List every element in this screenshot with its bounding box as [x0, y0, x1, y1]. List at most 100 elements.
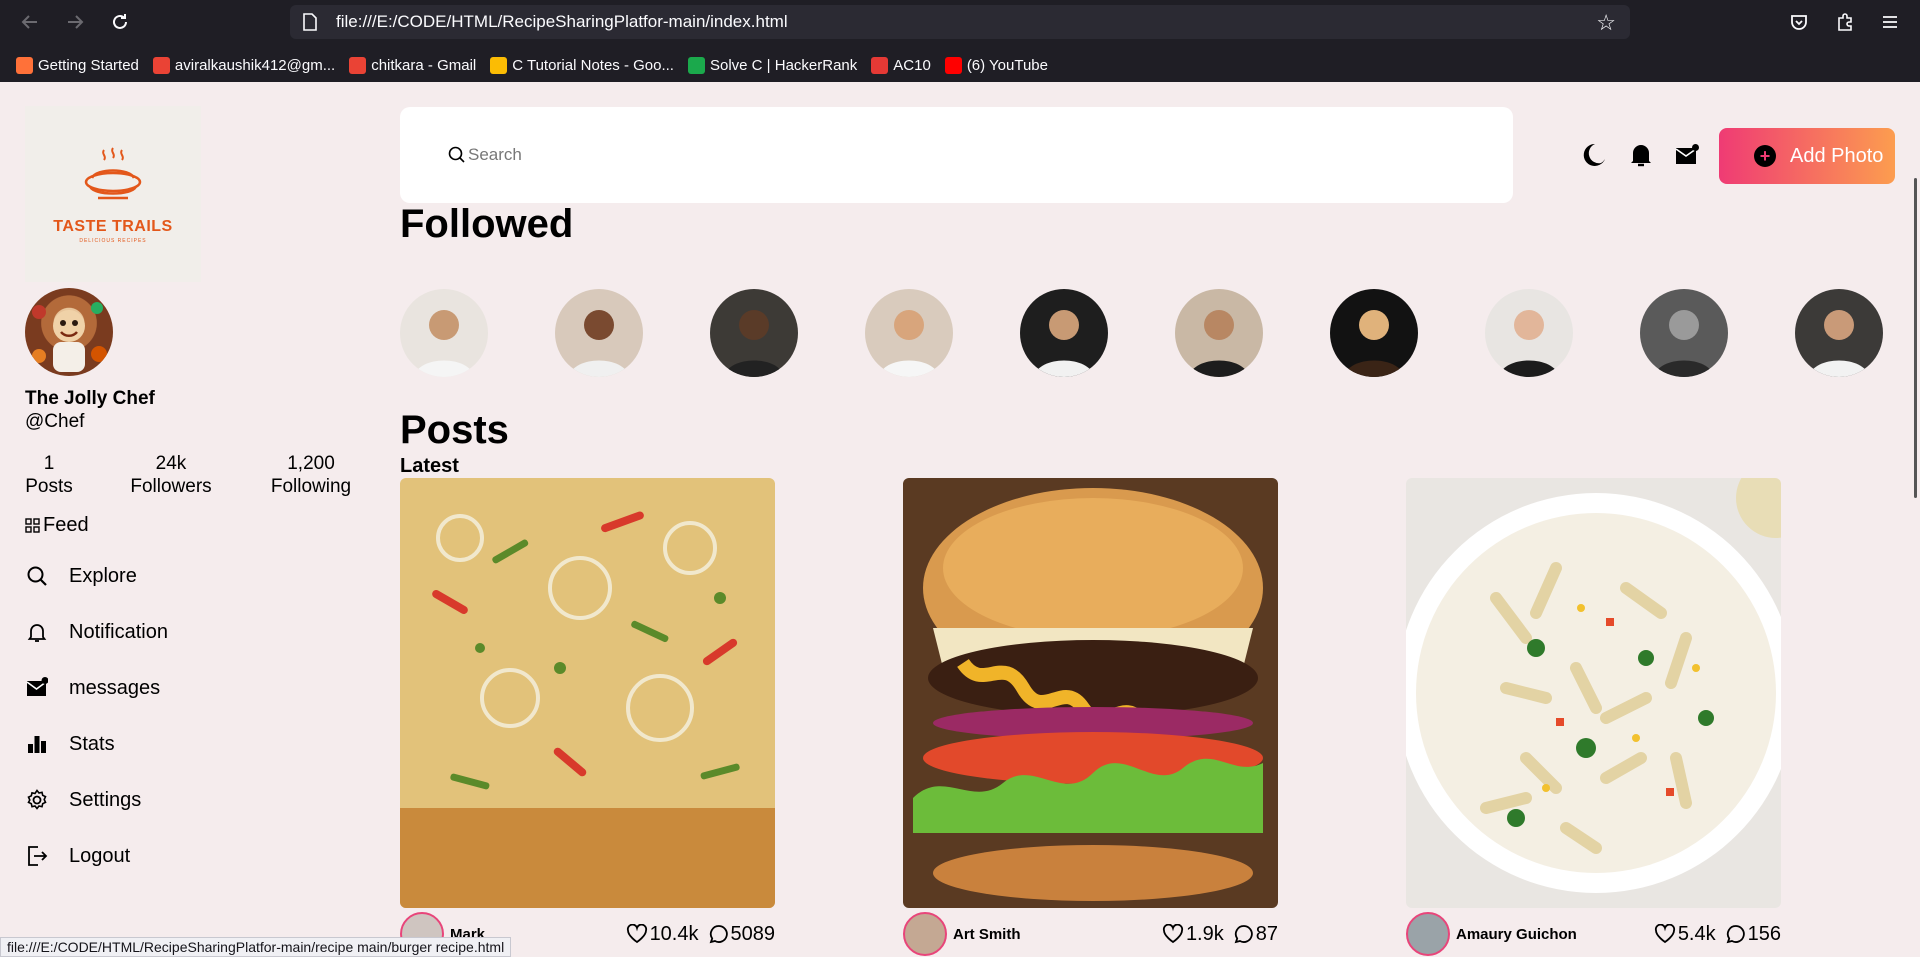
- search-bar[interactable]: [400, 107, 1513, 203]
- bookmark-item[interactable]: Getting Started: [16, 56, 139, 74]
- add-photo-label: Add Photo: [1790, 144, 1884, 167]
- scrollbar-thumb[interactable]: [1914, 178, 1917, 498]
- bookmark-item[interactable]: C Tutorial Notes - Goo...: [490, 56, 674, 74]
- back-button[interactable]: [17, 9, 43, 35]
- post-card[interactable]: Mark 10.4k 5089: [400, 478, 775, 956]
- comment-button[interactable]: 156: [1726, 923, 1781, 946]
- plus-circle-icon: +: [1754, 145, 1776, 167]
- posts-title: Posts: [400, 408, 509, 452]
- sidebar-item-label: Logout: [69, 844, 131, 867]
- sidebar-item-explore[interactable]: Explore: [25, 564, 137, 588]
- post-card[interactable]: Amaury Guichon 5.4k 156: [1406, 478, 1781, 956]
- sidebar-item-label: Feed: [43, 514, 89, 536]
- reload-icon: [113, 14, 127, 29]
- like-button[interactable]: 10.4k: [626, 923, 699, 946]
- sidebar-item-logout[interactable]: Logout: [25, 844, 130, 868]
- sidebar-item-label: messages: [69, 676, 161, 699]
- stat-posts: 1 Posts: [25, 452, 73, 498]
- stat-followers: 24k Followers: [130, 452, 212, 498]
- like-button[interactable]: 5.4k: [1654, 923, 1716, 946]
- stat-value: 24k: [155, 453, 187, 474]
- logout-icon: [25, 844, 49, 868]
- profile-name: The Jolly Chef: [25, 388, 155, 409]
- sidebar: TASTE TRAILS DELICIOUS RECIPES The Jolly…: [0, 82, 380, 957]
- bell-icon: [1631, 145, 1651, 167]
- sidebar-item-notification[interactable]: Notification: [25, 620, 168, 644]
- like-count: 10.4k: [649, 922, 699, 945]
- reload-button[interactable]: [107, 9, 133, 35]
- comment-count: 156: [1747, 922, 1781, 945]
- sidebar-item-label: Stats: [69, 732, 115, 755]
- followed-avatar[interactable]: [1485, 289, 1573, 377]
- add-photo-button[interactable]: + Add Photo: [1719, 128, 1895, 184]
- followed-avatar[interactable]: [1640, 289, 1728, 377]
- post-stats: 5.4k 156: [1644, 923, 1781, 946]
- forward-button[interactable]: [62, 9, 88, 35]
- comment-button[interactable]: 87: [1234, 923, 1278, 946]
- post-author-avatar[interactable]: [903, 912, 947, 956]
- extensions-button[interactable]: [1832, 9, 1858, 35]
- page-scrollbar[interactable]: [1906, 82, 1920, 957]
- url-text[interactable]: file:///E:/CODE/HTML/RecipeSharingPlatfo…: [336, 12, 788, 32]
- like-button[interactable]: 1.9k: [1162, 923, 1224, 946]
- comment-count: 87: [1255, 922, 1278, 945]
- posts-subtitle: Latest: [400, 455, 459, 477]
- youtube-icon: [944, 56, 962, 74]
- arrow-right-icon: [68, 15, 84, 29]
- comment-button[interactable]: 5089: [709, 923, 775, 946]
- heart-icon: [1654, 924, 1675, 944]
- followed-avatar[interactable]: [865, 289, 953, 377]
- profile-avatar[interactable]: [25, 288, 113, 376]
- search-input[interactable]: [468, 145, 1368, 165]
- bookmark-label: chitkara - Gmail: [371, 56, 477, 74]
- sidebar-item-settings[interactable]: Settings: [25, 788, 141, 812]
- bookmark-item[interactable]: (6) YouTube: [944, 56, 1048, 74]
- bookmark-label: AC10: [893, 56, 931, 74]
- app-menu-button[interactable]: [1877, 9, 1903, 35]
- pie-logo-icon: [84, 147, 142, 200]
- google-drive-icon: [490, 56, 508, 74]
- post-image-burger[interactable]: [903, 478, 1278, 908]
- sidebar-item-messages[interactable]: messages: [25, 676, 160, 700]
- browser-toolbar: file:///E:/CODE/HTML/RecipeSharingPlatfo…: [0, 0, 1920, 43]
- heart-icon: [1162, 924, 1183, 944]
- comment-icon: [709, 925, 728, 944]
- followed-avatar[interactable]: [1795, 289, 1883, 377]
- sidebar-item-feed[interactable]: Feed: [25, 514, 89, 537]
- comment-icon: [1726, 925, 1745, 944]
- post-image-pasta[interactable]: [1406, 478, 1781, 908]
- bookmark-star-icon[interactable]: ☆: [1596, 10, 1616, 36]
- bookmark-item[interactable]: AC10: [871, 56, 931, 74]
- messages-button[interactable]: [1672, 140, 1702, 170]
- bar-chart-icon: [25, 732, 49, 756]
- bookmark-item[interactable]: aviralkaushik412@gm...: [152, 56, 336, 74]
- post-author[interactable]: Amaury Guichon: [1456, 926, 1577, 943]
- followed-avatar[interactable]: [710, 289, 798, 377]
- hamburger-menu-icon: [1883, 16, 1897, 28]
- post-author-avatar[interactable]: [1406, 912, 1450, 956]
- sidebar-item-stats[interactable]: Stats: [25, 732, 115, 756]
- dark-mode-toggle[interactable]: [1580, 140, 1610, 170]
- post-card[interactable]: Art Smith 1.9k 87: [903, 478, 1278, 956]
- firefox-icon: [16, 56, 33, 74]
- pocket-button[interactable]: [1786, 9, 1812, 35]
- bookmark-label: aviralkaushik412@gm...: [174, 56, 336, 74]
- followed-avatar[interactable]: [1175, 289, 1263, 377]
- browser-chrome: file:///E:/CODE/HTML/RecipeSharingPlatfo…: [0, 0, 1920, 82]
- moon-icon: [1583, 143, 1605, 166]
- post-author[interactable]: Art Smith: [953, 926, 1021, 943]
- url-bar[interactable]: file:///E:/CODE/HTML/RecipeSharingPlatfo…: [290, 5, 1630, 39]
- followed-avatar[interactable]: [1020, 289, 1108, 377]
- bookmark-item[interactable]: Solve C | HackerRank: [687, 56, 857, 74]
- post-stats: 10.4k 5089: [616, 923, 775, 946]
- bookmark-item[interactable]: chitkara - Gmail: [349, 56, 477, 74]
- bookmarks-bar: Getting Started aviralkaushik412@gm... chi…: [0, 50, 1920, 80]
- followed-avatar[interactable]: [400, 289, 488, 377]
- followed-avatar[interactable]: [1330, 289, 1418, 377]
- logo[interactable]: TASTE TRAILS DELICIOUS RECIPES: [25, 106, 201, 282]
- notification-button[interactable]: [1626, 140, 1656, 170]
- comment-icon: [1234, 925, 1253, 944]
- arrow-left-icon: [21, 15, 37, 29]
- followed-avatar[interactable]: [555, 289, 643, 377]
- post-image-pizza[interactable]: [400, 478, 775, 908]
